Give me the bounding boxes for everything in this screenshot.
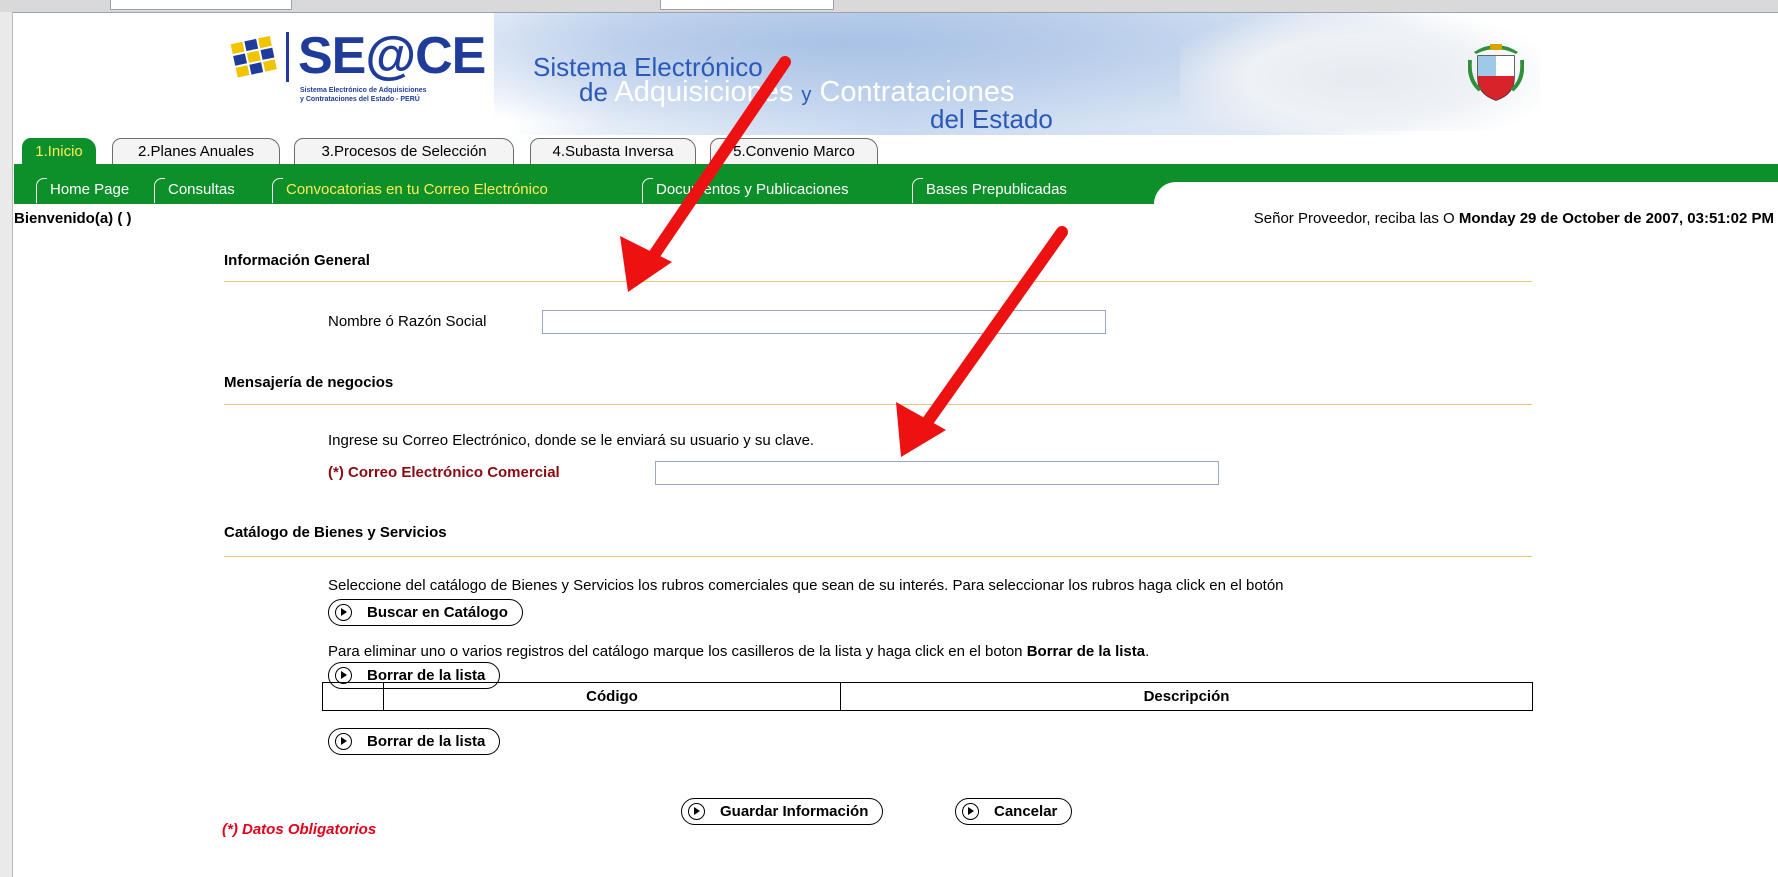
annotation-arrows xyxy=(620,56,1068,457)
annotation-arrow-1 xyxy=(620,56,791,292)
annotation-arrow-2 xyxy=(896,226,1068,457)
